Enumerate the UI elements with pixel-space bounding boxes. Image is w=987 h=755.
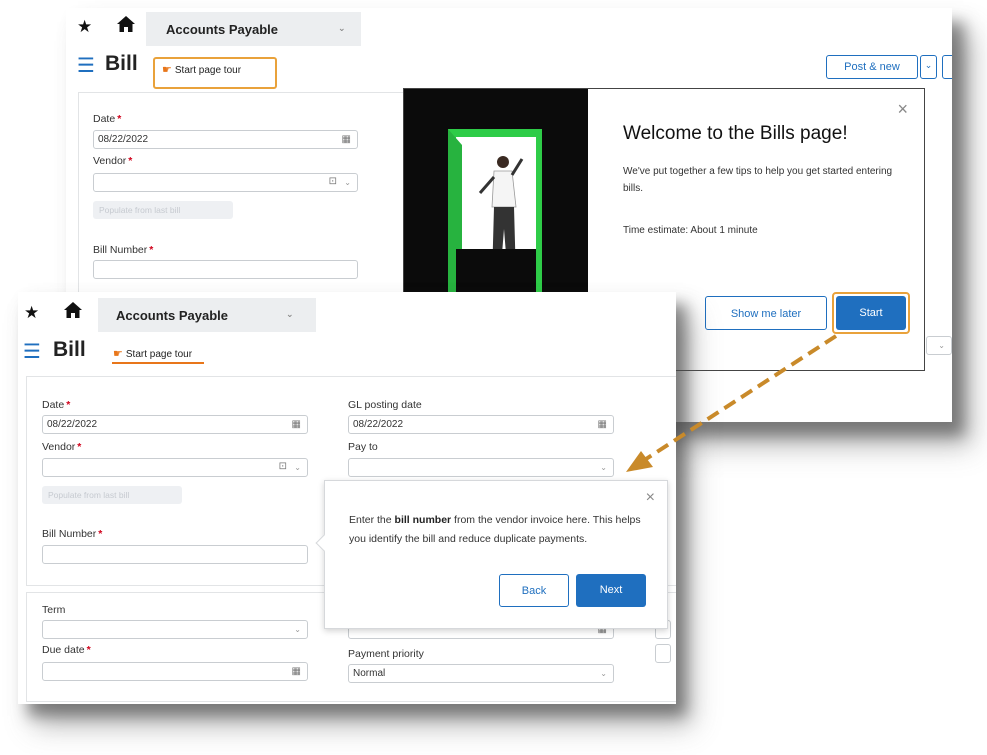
start-tour-link[interactable]: ☛ Start page tour xyxy=(162,63,241,76)
chevron-down-icon[interactable]: ⌄ xyxy=(294,625,301,634)
vendor-lookup-icon[interactable]: ⊡ xyxy=(279,461,287,472)
date-input[interactable]: 08/22/2022 ▦ xyxy=(93,130,358,149)
post-new-dropdown[interactable]: ⌄ xyxy=(920,55,937,79)
module-label: Accounts Payable xyxy=(116,308,228,323)
vendor-input[interactable]: ⊡ ⌄ xyxy=(42,458,308,477)
chevron-down-icon[interactable]: ⌄ xyxy=(600,669,607,678)
calendar-icon[interactable]: ▦ xyxy=(292,419,301,430)
list-icon[interactable]: ☰ xyxy=(77,56,95,76)
hand-pointer-icon: ☛ xyxy=(113,348,123,360)
bill-number-input[interactable] xyxy=(93,260,358,279)
checkbox[interactable] xyxy=(655,644,671,663)
due-date-label: Due date * xyxy=(42,644,91,656)
post-new-label: Post & new xyxy=(844,61,900,73)
tour-underline xyxy=(112,362,204,364)
start-button[interactable]: Start xyxy=(836,296,906,330)
date-label: Date * xyxy=(42,399,71,411)
chevron-down-icon[interactable]: ⌄ xyxy=(344,178,351,187)
gl-posting-input[interactable]: 08/22/2022 ▦ xyxy=(348,415,614,434)
chevron-down-icon[interactable]: ⌄ xyxy=(294,463,301,472)
show-me-later-button[interactable]: Show me later xyxy=(705,296,827,330)
chevron-down-icon: ⌄ xyxy=(338,23,346,33)
welcome-title: Welcome to the Bills page! xyxy=(623,123,848,144)
start-tour-link[interactable]: ☛ Start page tour xyxy=(113,347,192,360)
tour-link-label: Start page tour xyxy=(125,349,193,360)
due-date-input[interactable]: ▦ xyxy=(42,662,308,681)
payment-priority-select[interactable]: Normal ⌄ xyxy=(348,664,614,683)
calendar-icon[interactable]: ▦ xyxy=(598,419,607,430)
back-button[interactable]: Back xyxy=(499,574,569,607)
page-title: Bill xyxy=(105,52,138,75)
bill-number-label: Bill Number * xyxy=(42,528,103,540)
pay-to-input[interactable]: ⌄ xyxy=(348,458,614,477)
module-selector[interactable]: Accounts Payable ⌄ xyxy=(146,12,361,46)
bill-number-label: Bill Number * xyxy=(93,244,154,256)
close-icon[interactable]: × xyxy=(897,99,908,120)
star-icon[interactable]: ★ xyxy=(24,303,39,323)
tour-link-label: Start page tour xyxy=(174,65,242,76)
pay-to-label: Pay to xyxy=(348,441,378,453)
welcome-illustration xyxy=(404,89,588,300)
star-icon[interactable]: ★ xyxy=(77,17,92,37)
date-input[interactable]: 08/22/2022 ▦ xyxy=(42,415,308,434)
home-icon[interactable] xyxy=(63,301,83,324)
populate-button[interactable]: Populate from last bill xyxy=(42,486,182,504)
chevron-down-icon: ⌄ xyxy=(286,309,294,319)
gl-posting-label: GL posting date xyxy=(348,399,422,411)
tour-step-popover: × Enter the bill number from the vendor … xyxy=(315,480,668,629)
list-icon[interactable]: ☰ xyxy=(23,342,41,362)
vendor-label: Vendor * xyxy=(42,441,82,453)
populate-button[interactable]: Populate from last bill xyxy=(93,201,233,219)
top-bar: ★ Accounts Payable ⌄ xyxy=(18,292,676,332)
chevron-down-icon: ⌄ xyxy=(938,341,945,350)
module-selector[interactable]: Accounts Payable ⌄ xyxy=(98,298,316,332)
post-new-button[interactable]: Post & new xyxy=(826,55,918,79)
bill-number-input[interactable] xyxy=(42,545,308,564)
close-icon[interactable]: × xyxy=(646,489,655,507)
side-input[interactable]: ⌄ xyxy=(926,336,952,355)
date-label: Date * xyxy=(93,113,122,125)
tour-step-text: Enter the bill number from the vendor in… xyxy=(349,514,641,545)
home-icon[interactable] xyxy=(116,15,136,38)
vendor-input[interactable]: ⊡ ⌄ xyxy=(93,173,358,192)
time-estimate: Time estimate: About 1 minute xyxy=(623,225,758,236)
term-label: Term xyxy=(42,604,66,616)
vendor-label: Vendor * xyxy=(93,155,133,167)
secondary-button[interactable] xyxy=(942,55,952,79)
top-bar: ★ Accounts Payable ⌄ xyxy=(66,8,952,48)
vendor-lookup-icon[interactable]: ⊡ xyxy=(329,176,337,187)
term-input[interactable]: ⌄ xyxy=(42,620,308,639)
module-label: Accounts Payable xyxy=(166,22,278,37)
next-button[interactable]: Next xyxy=(576,574,646,607)
chevron-down-icon[interactable]: ⌄ xyxy=(600,463,607,472)
welcome-body: We've put together a few tips to help yo… xyxy=(623,166,893,194)
payment-priority-label: Payment priority xyxy=(348,648,424,660)
hand-pointer-icon: ☛ xyxy=(162,64,172,76)
calendar-icon[interactable]: ▦ xyxy=(292,666,301,677)
calendar-icon[interactable]: ▦ xyxy=(342,134,351,145)
page-title: Bill xyxy=(53,338,86,361)
